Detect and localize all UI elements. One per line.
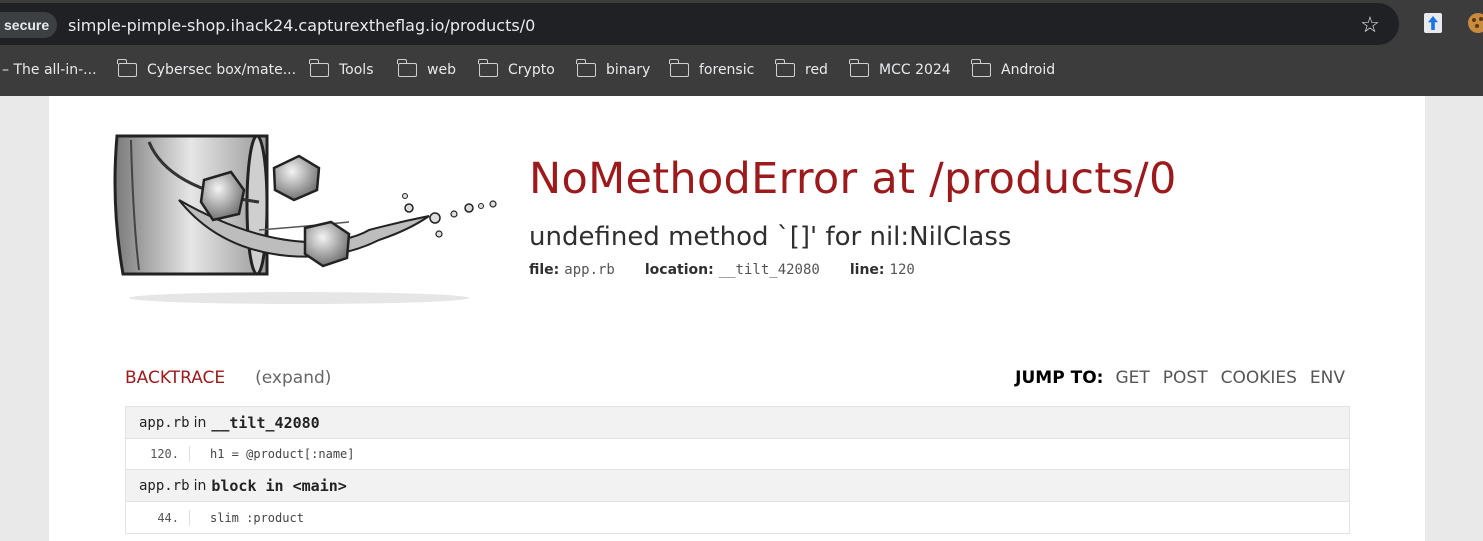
bookmark-label: – The all-in-... [2,62,97,78]
jump-to-label: JUMP TO: [1015,368,1104,388]
backtrace-header: BACKTRACE (expand) [125,368,331,388]
bookmark-folder-forensic[interactable]: forensic [669,56,755,84]
location-value: __tilt_42080 [718,262,820,278]
bookmark-folder-red[interactable]: red [775,56,828,84]
star-icon[interactable]: ☆ [1358,13,1382,37]
error-title: NoMethodError at /products/0 [529,154,1177,204]
folder-icon [971,59,991,77]
error-message: undefined method `[]' for nil:NilClass [529,222,1012,252]
folder-icon [669,59,689,77]
sinatra-logo-icon [113,134,497,304]
line-number: 120. [126,446,190,462]
frame-code-line: 44. slim :product [126,502,1349,533]
bookmark-label: red [805,62,828,78]
folder-icon [117,59,137,77]
bookmark-all-in[interactable]: – The all-in-... [2,56,97,84]
error-location-meta: file: app.rb location: __tilt_42080 line… [529,262,945,278]
folder-icon [397,59,417,77]
address-bar[interactable]: secure simple-pimple-shop.ihack24.captur… [0,3,1399,45]
jump-cookies-link[interactable]: COOKIES [1221,368,1297,388]
bookmark-label: Android [1001,62,1056,78]
bookmark-label: forensic [699,62,755,78]
security-chip[interactable]: secure [0,12,58,38]
bookmark-label: Crypto [508,62,555,78]
backtrace-title: BACKTRACE [125,368,226,388]
bookmark-folder-binary[interactable]: binary [576,56,651,84]
folder-icon [849,59,869,77]
jump-post-link[interactable]: POST [1163,368,1208,388]
bookmark-folder-mcc-2024[interactable]: MCC 2024 [849,56,951,84]
bookmark-label: binary [606,62,651,78]
frame-header[interactable]: app.rb in block in <main> [126,470,1349,502]
line-label: line: [849,262,885,278]
frame-file: app.rb [139,414,190,431]
bookmark-folder-android[interactable]: Android [971,56,1056,84]
folder-icon [576,59,596,77]
bookmark-folder-tools[interactable]: Tools [309,56,374,84]
expand-link[interactable]: (expand) [255,368,331,388]
url-text[interactable]: simple-pimple-shop.ihack24.capturexthefl… [68,15,535,37]
line-number: 44. [126,509,190,526]
bookmark-label: Cybersec box/mate... [147,62,297,78]
folder-icon [478,59,498,77]
folder-icon [309,59,329,77]
frame-in: in [193,414,207,431]
bookmark-label: MCC 2024 [879,62,951,78]
source-code: h1 = @product[:name] [210,447,355,461]
frame-context: block in <main> [211,476,347,495]
jump-to-nav: JUMP TO: GET POST COOKIES ENV [1015,368,1345,388]
bookmark-folder-cybersec[interactable]: Cybersec box/mate... [117,56,297,84]
frame-context: __tilt_42080 [211,413,320,432]
cookie-extension-icon[interactable] [1468,13,1483,33]
browser-chrome: secure simple-pimple-shop.ihack24.captur… [0,0,1483,96]
frame-file: app.rb [139,477,190,494]
bookmark-label: Tools [339,62,374,78]
source-code: slim :product [210,510,304,525]
bookmark-folder-crypto[interactable]: Crypto [478,56,555,84]
extension-icon[interactable] [1424,13,1442,33]
bookmark-folder-web[interactable]: web [397,56,456,84]
frame-code-line: 120. h1 = @product[:name] [126,439,1349,470]
file-value: app.rb [564,262,615,278]
bookmark-label: web [427,62,456,78]
bookmarks-bar: – The all-in-... Cybersec box/mate... To… [0,56,1483,84]
frame-header[interactable]: app.rb in __tilt_42080 [126,407,1349,439]
backtrace-frames: app.rb in __tilt_42080 120. h1 = @produc… [125,406,1350,534]
folder-icon [775,59,795,77]
jump-env-link[interactable]: ENV [1310,368,1345,388]
file-label: file: [529,262,560,278]
line-value: 120 [889,262,915,278]
error-page: NoMethodError at /products/0 undefined m… [49,96,1425,541]
location-label: location: [644,262,714,278]
frame-in: in [193,477,207,494]
jump-get-link[interactable]: GET [1115,368,1149,388]
